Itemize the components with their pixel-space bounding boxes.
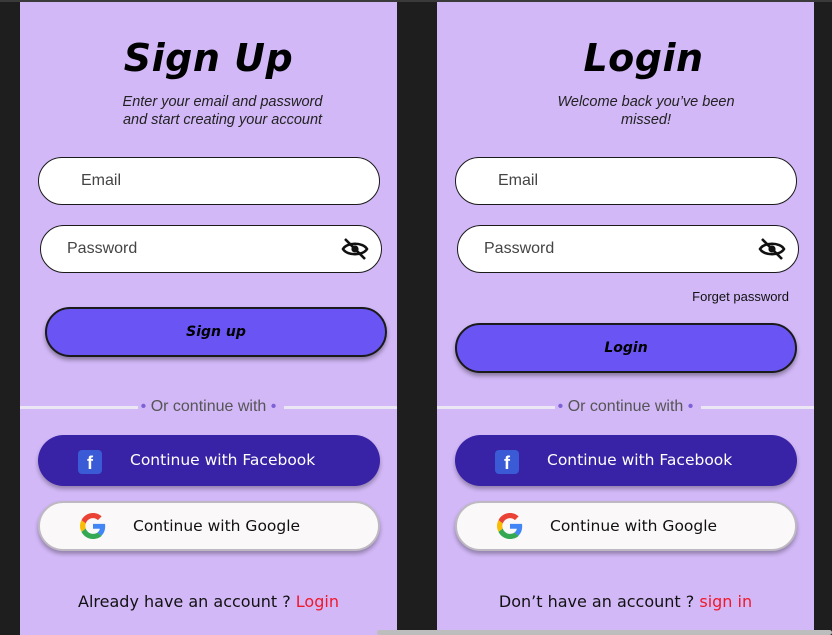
login-subtitle: Welcome back you’ve been missed! xyxy=(517,93,775,129)
login-subtitle-line1: Welcome back you’ve been xyxy=(557,94,735,110)
login-title: Login xyxy=(583,36,704,80)
signup-email-field[interactable]: Email xyxy=(38,157,380,205)
login-divider: • Or continue with • xyxy=(557,398,694,415)
login-password-placeholder: Password xyxy=(484,240,555,257)
login-facebook-button[interactable]: f Continue with Facebook xyxy=(455,435,797,486)
signup-password-placeholder: Password xyxy=(67,240,138,257)
signup-footer-text: Already have an account ? xyxy=(78,592,291,611)
signup-password-field[interactable]: Password xyxy=(40,225,382,273)
signup-google-label: Continue with Google xyxy=(133,517,301,535)
login-facebook-label: Continue with Facebook xyxy=(547,451,733,469)
horizontal-scrollbar[interactable] xyxy=(377,630,832,635)
signup-divider-label: Or continue with xyxy=(150,398,267,415)
signup-facebook-button[interactable]: f Continue with Facebook xyxy=(38,435,380,486)
google-icon xyxy=(497,513,523,539)
google-icon xyxy=(80,513,106,539)
signup-subtitle: Enter your email and password and start … xyxy=(20,93,425,129)
eye-off-icon[interactable] xyxy=(758,237,786,261)
login-email-placeholder: Email xyxy=(498,172,539,189)
login-divider-label: Or continue with xyxy=(567,398,684,415)
signup-email-placeholder: Email xyxy=(81,172,122,189)
login-subtitle-line2: missed! xyxy=(621,112,671,128)
signup-footer: Already have an account ? Login xyxy=(20,592,397,611)
signup-subtitle-line2: and start creating your account xyxy=(122,112,323,128)
login-signin-link[interactable]: sign in xyxy=(699,592,752,611)
signup-facebook-label: Continue with Facebook xyxy=(130,451,316,469)
login-footer: Don’t have an account ? sign in xyxy=(437,592,814,611)
facebook-icon: f xyxy=(495,450,519,474)
login-google-label: Continue with Google xyxy=(550,517,718,535)
signup-title: Sign Up xyxy=(123,36,294,80)
signup-button[interactable]: Sign up xyxy=(45,307,387,357)
login-button[interactable]: Login xyxy=(455,323,797,373)
login-footer-text: Don’t have an account ? xyxy=(498,592,695,611)
login-google-button[interactable]: Continue with Google xyxy=(455,501,797,551)
forget-password-link[interactable]: Forget password xyxy=(692,289,789,304)
login-email-field[interactable]: Email xyxy=(455,157,797,205)
signup-login-link[interactable]: Login xyxy=(296,592,339,611)
signup-panel: Sign Up Enter your email and password an… xyxy=(20,2,397,635)
login-panel: Login Welcome back you’ve been missed! E… xyxy=(437,2,814,635)
signup-divider: • Or continue with • xyxy=(140,398,277,415)
login-password-field[interactable]: Password xyxy=(457,225,799,273)
eye-off-icon[interactable] xyxy=(341,237,369,261)
facebook-icon: f xyxy=(78,450,102,474)
signup-google-button[interactable]: Continue with Google xyxy=(38,501,380,551)
signup-subtitle-line1: Enter your email and password xyxy=(122,94,323,110)
